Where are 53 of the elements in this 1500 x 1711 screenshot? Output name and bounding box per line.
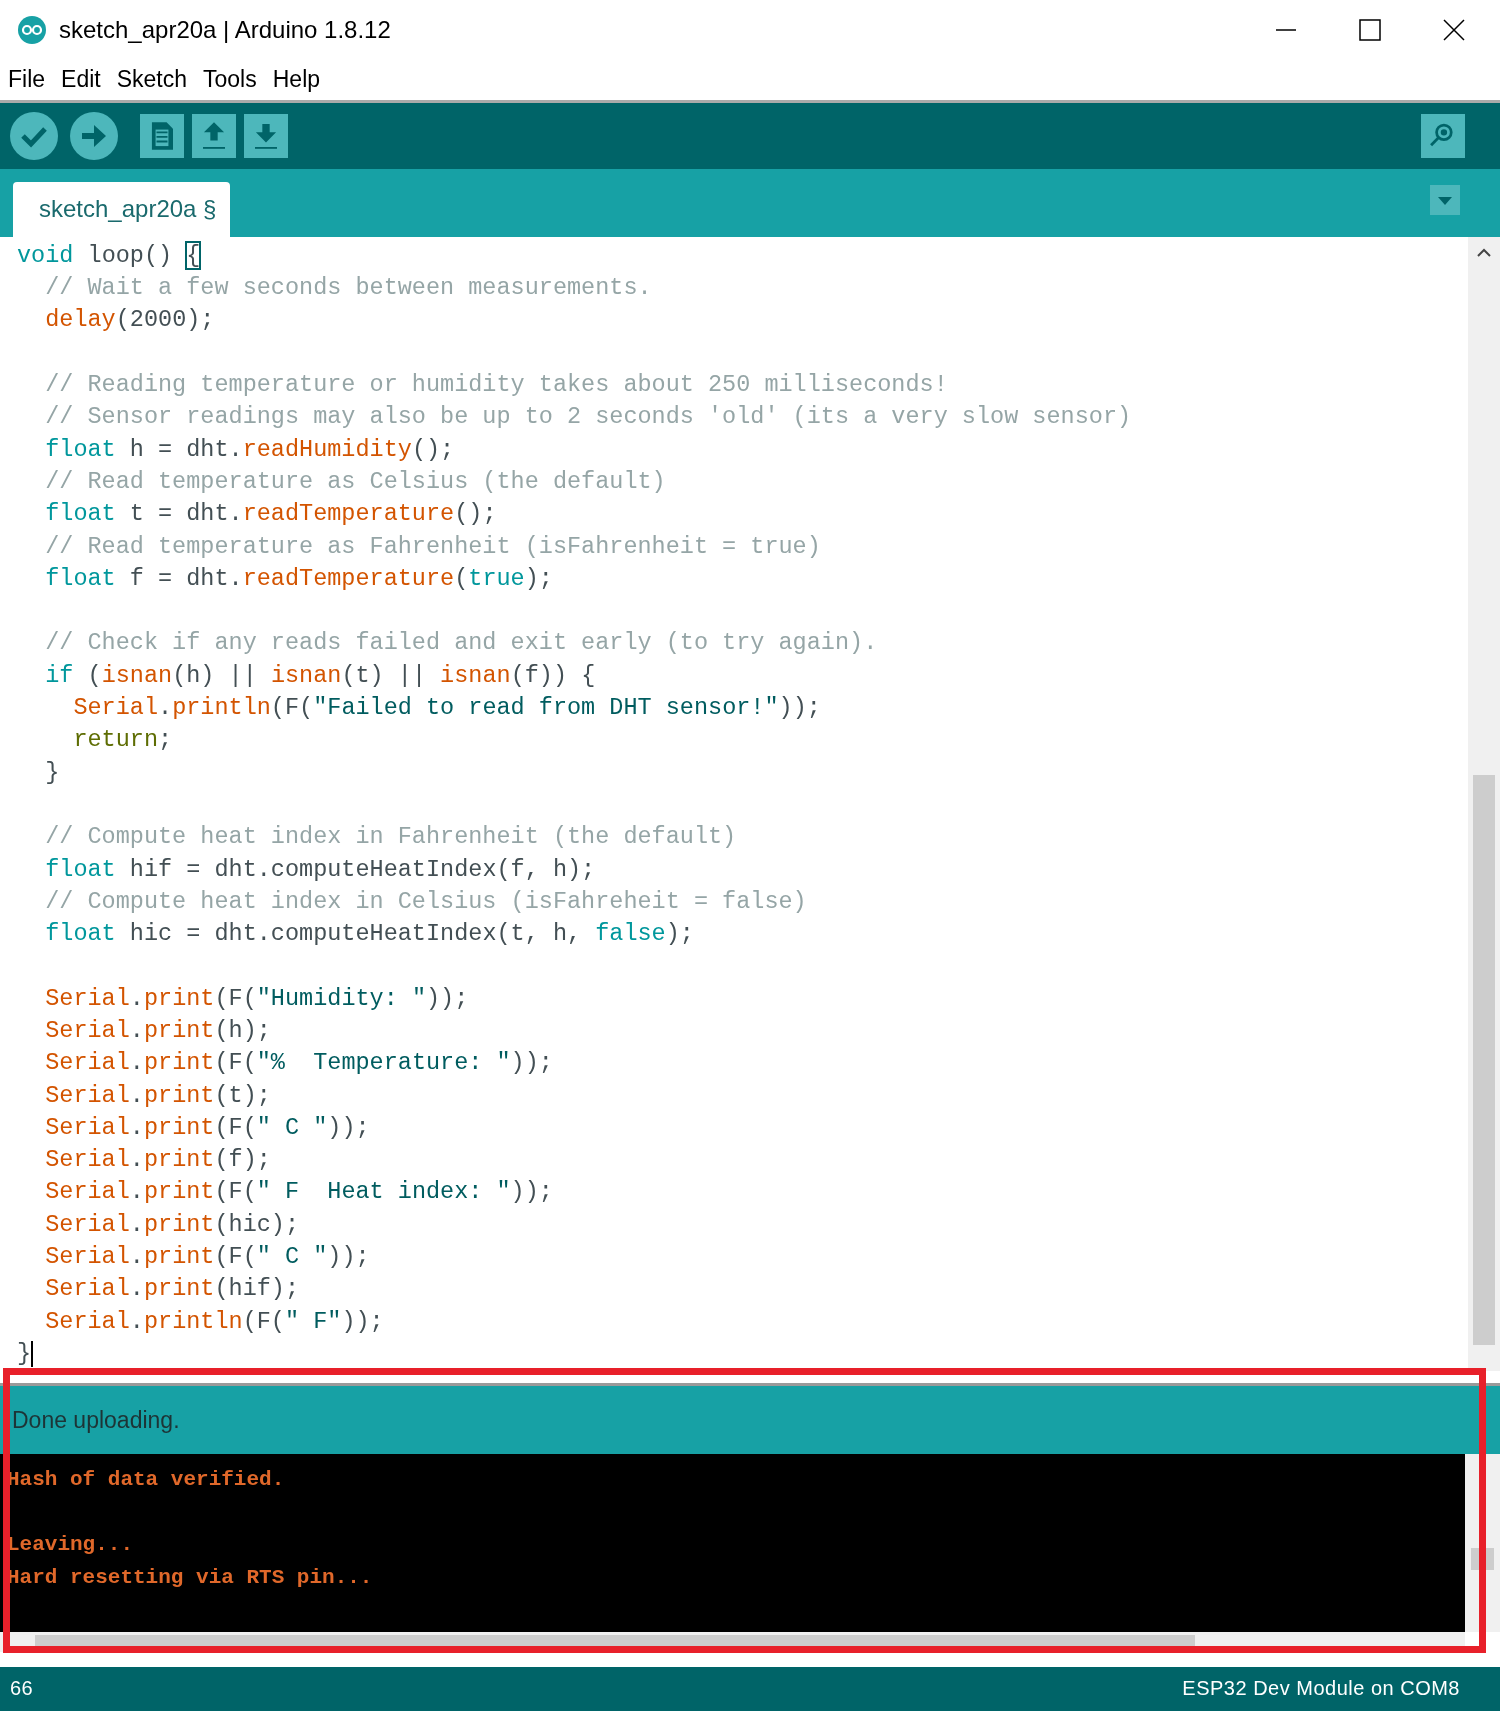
code-line: // Wait a few seconds between measurements. (45, 273, 652, 304)
code-line: } (17, 1338, 32, 1369)
code-line: Serial.print(F(" C ")); (45, 1242, 370, 1273)
code-line: Serial.println(F("Failed to read from DHT sensor!")); (73, 693, 821, 723)
code-line: Serial.print(hif); (45, 1274, 300, 1305)
code-line: // Compute heat index in Fahrenheit (the default) (45, 822, 737, 853)
status-message: Done uploading. (0, 1386, 1500, 1455)
code-line: Serial.print(F("% Temperature: ")); (45, 1048, 553, 1079)
code-line: float h = dht.readHumidity(); (45, 434, 455, 465)
code-line: // Check if any reads failed and exit early (to try again). (45, 628, 878, 659)
menu-item[interactable]: File (8, 66, 46, 94)
code-line: Serial.print(f); (45, 1145, 271, 1176)
save-button[interactable] (244, 113, 288, 158)
code-line: Serial.print(t); (45, 1080, 271, 1111)
code-line: Serial.print(F("Humidity: ")); (45, 983, 469, 1014)
tab-menu-button[interactable] (1430, 184, 1460, 215)
code-line: if (isnan(h) || isnan(t) || isnan(f)) { (45, 660, 596, 691)
open-button[interactable] (192, 113, 236, 158)
maximize-icon[interactable] (1359, 19, 1381, 41)
code-line: // Sensor readings may also be up to 2 seconds 'old' (its a very slow sensor) (45, 402, 1132, 433)
menu-item[interactable]: Edit (61, 66, 101, 94)
code-line: Serial.println(F(" F")); (45, 1306, 384, 1337)
upload-button[interactable] (70, 111, 118, 160)
line-number: 66 (10, 1677, 34, 1701)
code-line: Serial.print(F(" C ")); (45, 1112, 370, 1143)
code-line: float t = dht.readTemperature(); (45, 499, 497, 530)
board-port-label: ESP32 Dev Module on COM8 (1182, 1677, 1460, 1701)
window-title: sketch_apr20a | Arduino 1.8.12 (59, 16, 391, 44)
code-line: // Read temperature as Celsius (the default) (45, 466, 666, 497)
code-line: Serial.print(hic); (45, 1209, 300, 1240)
code-line: Serial.print(F(" F Heat index: ")); (45, 1177, 553, 1208)
verify-button[interactable] (10, 111, 58, 160)
code-line: float f = dht.readTemperature(true); (45, 563, 553, 594)
code-line: float hic = dht.computeHeatIndex(t, h, false); (45, 919, 694, 950)
menu-item[interactable]: Sketch (116, 66, 188, 94)
infinity-logo-icon (17, 15, 47, 45)
new-sketch-button[interactable] (140, 113, 184, 158)
code-line: Serial.print(h); (45, 1016, 271, 1046)
sketch-tab[interactable]: sketch_apr20a § (13, 181, 231, 237)
code-line: return; (73, 725, 173, 756)
scrollbar-thumb[interactable] (1473, 774, 1495, 1346)
code-line: delay(2000); (45, 305, 215, 336)
menu-item[interactable]: Help (272, 66, 321, 94)
code-line: } (45, 757, 60, 788)
code-line: void loop() { (17, 240, 201, 271)
console-line: Leaving... (7, 1533, 134, 1557)
code-line: // Reading temperature or humidity takes about 250 milliseconds! (45, 370, 948, 401)
serial-monitor-button[interactable] (1421, 113, 1465, 158)
code-line: // Read temperature as Fahrenheit (isFahrenheit = true) (45, 531, 821, 562)
code-line: float hif = dht.computeHeatIndex(f, h); (45, 854, 596, 885)
code-line: // Compute heat index in Celsius (isFahreheit = false) (45, 886, 807, 917)
close-icon[interactable] (1443, 19, 1465, 41)
menu-item[interactable]: Tools (203, 66, 257, 94)
